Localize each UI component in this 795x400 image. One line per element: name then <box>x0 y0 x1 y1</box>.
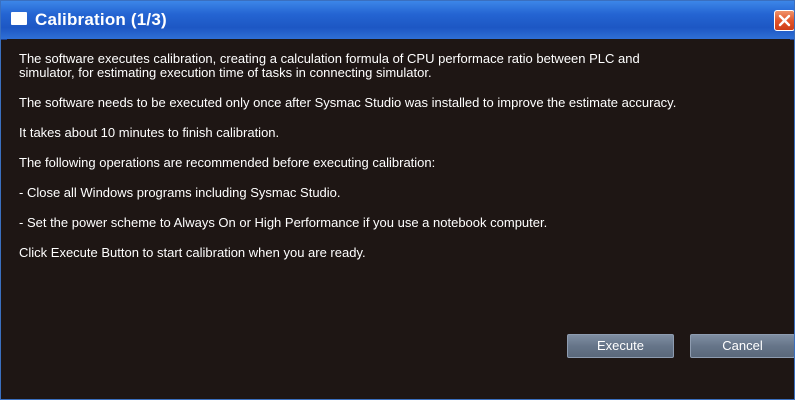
message-paragraph-5: - Close all Windows programs including S… <box>19 185 341 200</box>
window-icon <box>11 12 27 25</box>
close-x-icon <box>778 14 791 27</box>
message-paragraph-4: The following operations are recommended… <box>19 155 436 170</box>
dialog-title: Calibration (1/3) <box>35 10 167 29</box>
message-paragraph-6: - Set the power scheme to Always On or H… <box>19 215 548 230</box>
message-paragraph-3: It takes about 10 minutes to finish cali… <box>19 125 280 140</box>
cancel-button[interactable]: Cancel <box>690 334 794 358</box>
execute-button[interactable]: Execute <box>567 334 674 358</box>
close-button[interactable] <box>774 10 794 31</box>
calibration-dialog: Calibration (1/3) The software executes … <box>0 0 795 400</box>
message-paragraph-2: The software needs to be executed only o… <box>19 95 677 110</box>
title-bar[interactable]: Calibration (1/3) <box>1 1 794 40</box>
message-paragraph-1: The software executes calibration, creat… <box>19 51 640 80</box>
message-paragraph-7: Click Execute Button to start calibratio… <box>19 245 366 260</box>
